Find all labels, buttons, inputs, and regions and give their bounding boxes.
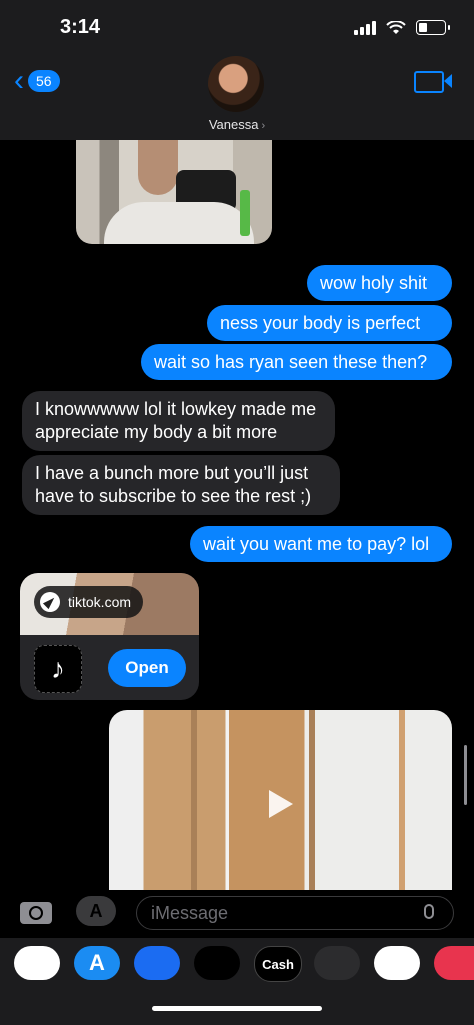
app-store-app-icon[interactable]: A (74, 946, 120, 980)
outgoing-message[interactable]: wait you want me to pay? lol (190, 526, 452, 562)
outgoing-message[interactable]: wait so has ryan seen these then? (141, 344, 452, 380)
apple-cash-app-icon[interactable]: Cash (254, 946, 302, 982)
link-domain-pill: tiktok.com (34, 586, 144, 618)
message-line: appreciate my body a bit more (35, 422, 278, 442)
camera-icon[interactable] (20, 902, 52, 924)
app-store-toggle-icon[interactable]: A (76, 896, 116, 926)
photo-attachment[interactable] (76, 140, 272, 244)
chevron-right-icon: › (261, 120, 266, 132)
battery-icon (416, 20, 450, 35)
home-indicator[interactable] (152, 1006, 322, 1011)
tiktok-logo-icon: ♪ (34, 645, 82, 693)
outgoing-message[interactable]: wow holy shit (307, 265, 452, 301)
status-time: 3:14 (60, 16, 101, 38)
message-composer: A (0, 890, 474, 938)
photos-app-icon[interactable] (14, 946, 60, 980)
wifi-icon (386, 20, 406, 34)
open-link-button[interactable]: Open (108, 649, 186, 687)
chevron-left-icon: ‹ (14, 64, 24, 97)
search-images-app-icon[interactable] (434, 946, 474, 980)
status-bar: 3:14 (0, 0, 474, 58)
contact-name[interactable]: Vanessa › (0, 117, 474, 132)
link-preview-card[interactable]: tiktok.com ♪ Open (20, 573, 199, 700)
cellular-signal-icon (354, 20, 376, 35)
play-icon[interactable] (269, 790, 293, 818)
unread-count-badge: 56 (28, 70, 60, 92)
link-domain: tiktok.com (68, 594, 132, 610)
back-button[interactable]: ‹ 56 (14, 64, 60, 97)
incoming-message[interactable]: I have a bunch more but you’ll just have… (22, 455, 340, 515)
safari-compass-icon (40, 592, 60, 612)
facetime-video-icon[interactable] (414, 71, 452, 93)
message-line: I have a bunch more but you’ll just (35, 463, 309, 483)
status-icons (354, 20, 450, 35)
memoji-stickers-app-icon[interactable] (374, 946, 420, 980)
incoming-message[interactable]: I knowwwww lol it lowkey made me appreci… (22, 391, 335, 451)
outgoing-message[interactable]: ness your body is perfect (207, 305, 452, 341)
audio-message-app-icon[interactable] (134, 946, 180, 980)
contact-name-label: Vanessa (208, 117, 259, 132)
microphone-icon[interactable] (424, 904, 434, 919)
fitness-app-icon[interactable] (194, 946, 240, 980)
photo-content (138, 140, 178, 195)
app-drawer: A Cash (0, 938, 474, 1025)
scrollbar[interactable] (464, 745, 467, 805)
imessage-input[interactable] (136, 896, 454, 930)
memoji-app-icon[interactable] (314, 946, 360, 980)
message-line: I knowwwww lol it lowkey made me (35, 399, 317, 419)
message-line: have to subscribe to see the rest ;) (35, 486, 312, 506)
video-attachment[interactable] (109, 710, 452, 890)
contact-avatar[interactable] (208, 56, 264, 112)
